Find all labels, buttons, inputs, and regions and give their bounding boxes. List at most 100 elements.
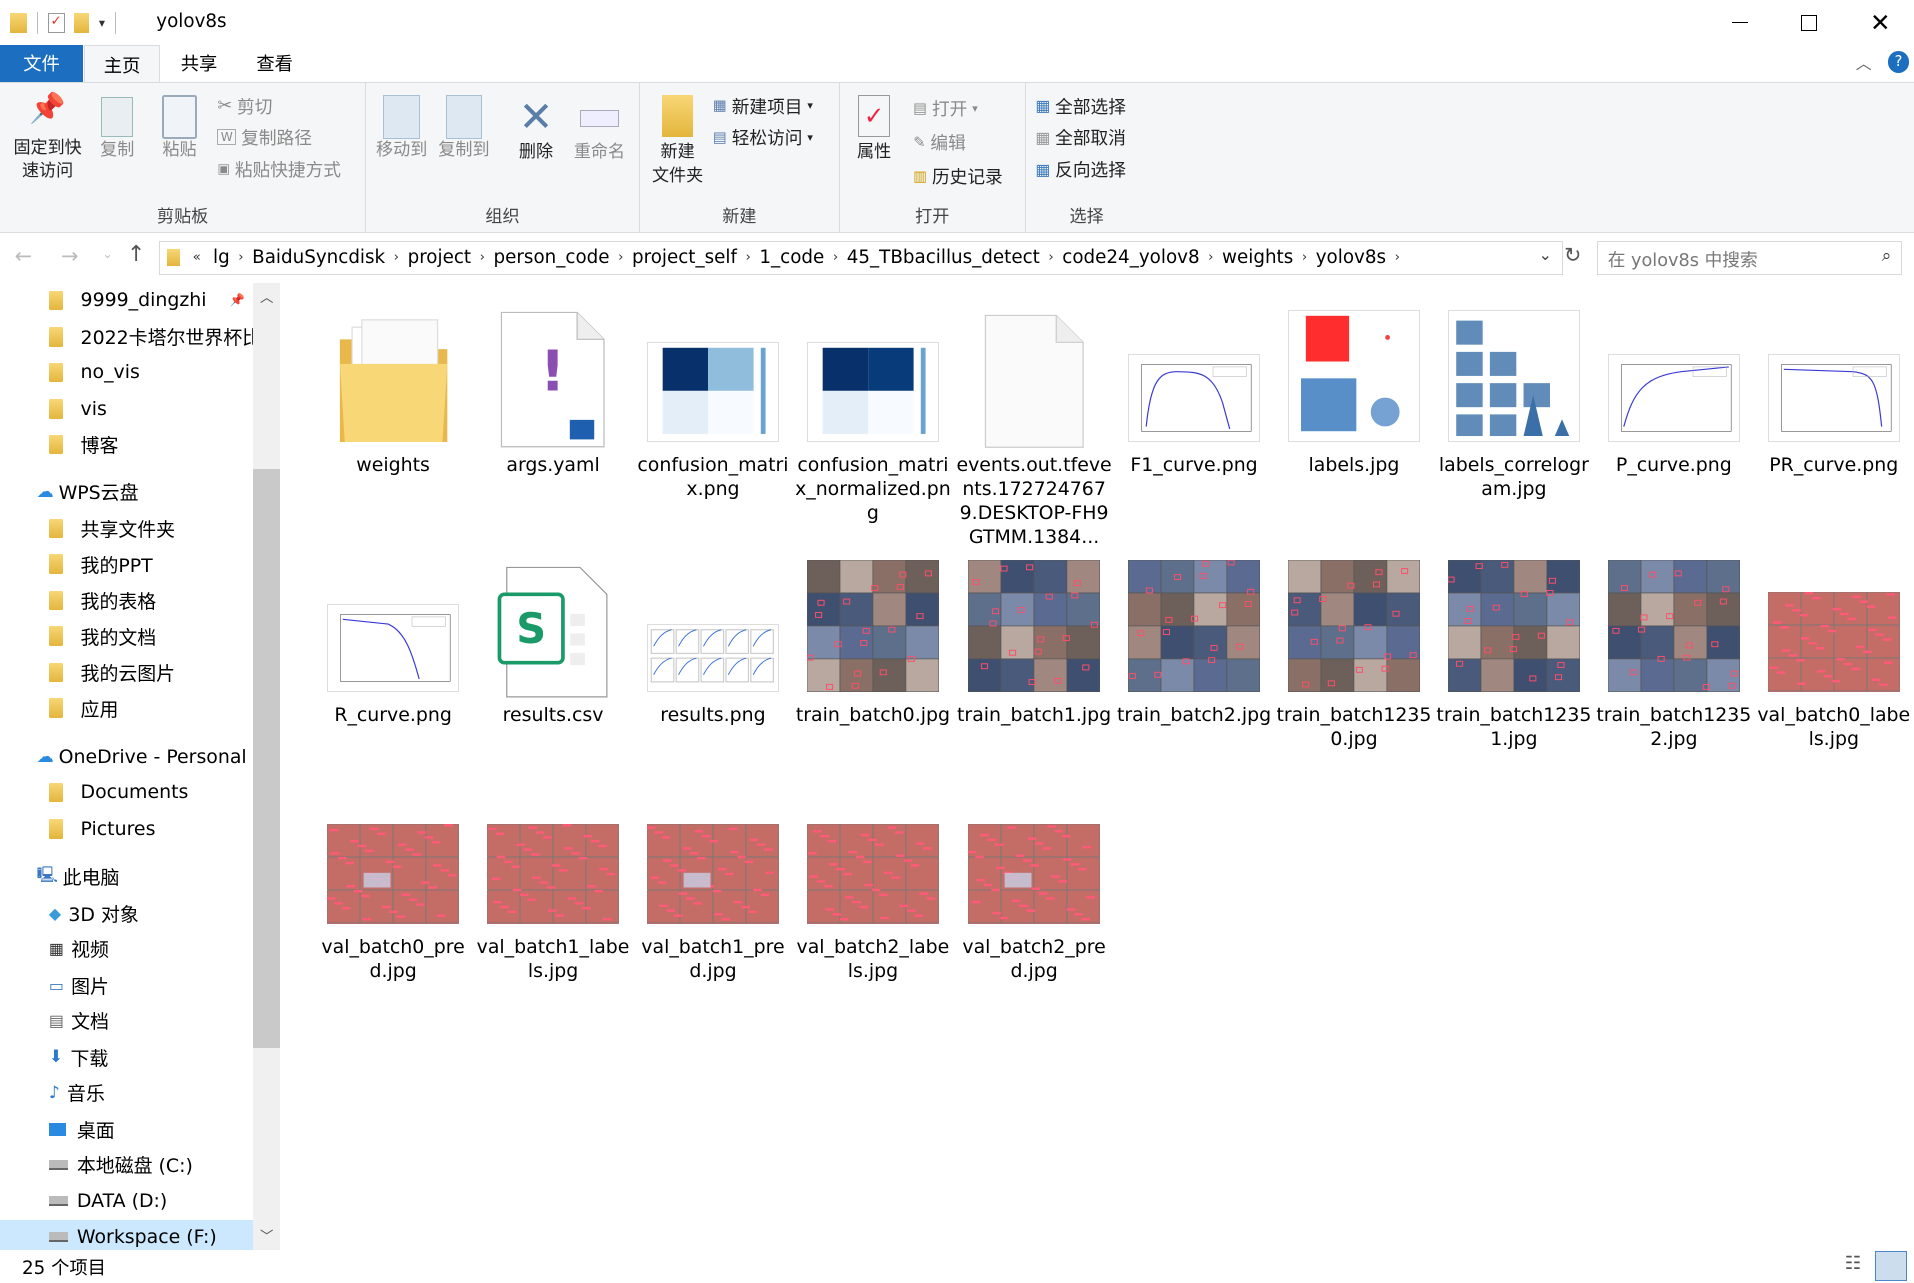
search-input[interactable]: 在 yolov8s 中搜索 ⌕ <box>1596 240 1903 275</box>
nav-item[interactable]: ♪ 音乐 <box>0 1076 253 1110</box>
copy-to-button[interactable]: 复制到 <box>433 95 494 162</box>
nav-item[interactable]: ◆ 3D 对象 <box>0 896 253 930</box>
nav-item[interactable]: 博客 <box>0 427 253 461</box>
chevron-right-icon[interactable]: › <box>617 250 625 265</box>
nav-item[interactable]: 共享文件夹 <box>0 512 253 546</box>
file-item[interactable]: events.out.tfevents.1727247679.DESKTOP-F… <box>956 295 1112 548</box>
chevron-right-icon[interactable]: › <box>744 250 752 265</box>
large-icons-view-icon[interactable] <box>1875 1251 1908 1281</box>
pin-quick-access-button[interactable]: 📌 固定到快 速访问 <box>7 94 88 182</box>
rename-button[interactable]: 重命名 <box>568 95 631 165</box>
chevron-right-icon[interactable]: › <box>392 250 400 265</box>
file-item[interactable]: labels.jpg <box>1276 295 1432 539</box>
up-arrow-icon[interactable]: ↑ <box>127 242 145 267</box>
nav-item[interactable]: ▭ 图片 <box>0 968 253 1002</box>
nav-item[interactable]: Documents <box>0 775 253 809</box>
breadcrumb-item[interactable]: 1_code <box>752 247 832 268</box>
file-item[interactable]: train_batch12350.jpg <box>1276 546 1432 754</box>
breadcrumb-item[interactable]: project_self <box>625 247 745 268</box>
scroll-down-icon[interactable]: ﹀ <box>260 1225 273 1245</box>
maximize-button[interactable] <box>1774 0 1845 45</box>
customize-dropdown-icon[interactable]: ▾ <box>99 16 105 30</box>
scroll-thumb[interactable] <box>252 468 280 1048</box>
tab-share[interactable]: 共享 <box>161 45 237 82</box>
edit-button[interactable]: ✎ 编辑 <box>913 129 966 155</box>
nav-item[interactable]: 本地磁盘 (C:) <box>0 1148 253 1182</box>
cut-button[interactable]: ✂ 剪切 <box>217 93 272 119</box>
history-button[interactable]: ▥ 历史记录 <box>913 163 1002 189</box>
nav-item[interactable]: 2022卡塔尔世界杯比赛 <box>0 320 253 354</box>
overflow-chevron-icon[interactable]: « <box>188 250 206 265</box>
nav-scrollbar[interactable]: ︿ ﹀ <box>252 283 280 1251</box>
nav-item[interactable]: 🖳 此电脑 <box>0 859 253 893</box>
file-item[interactable]: Sresults.csv <box>475 546 631 754</box>
path-dropdown-icon[interactable]: ⌄ <box>1539 245 1552 264</box>
chevron-right-icon[interactable]: › <box>237 250 245 265</box>
chevron-right-icon[interactable]: › <box>832 250 840 265</box>
nav-item[interactable]: 9999_dingzhi 📌 <box>0 283 253 317</box>
help-icon[interactable]: ? <box>1887 51 1910 74</box>
tab-file[interactable]: 文件 <box>0 45 84 82</box>
file-item[interactable]: val_batch0_labels.jpg <box>1756 546 1912 754</box>
nav-item[interactable]: 我的PPT <box>0 547 253 581</box>
copy-path-button[interactable]: W 复制路径 <box>217 124 312 150</box>
nav-item[interactable]: DATA (D:) <box>0 1184 253 1218</box>
file-item[interactable]: ! args.yaml <box>475 295 631 539</box>
nav-item[interactable]: ☁ OneDrive - Personal <box>0 740 253 774</box>
file-item[interactable]: PR_curve.png <box>1756 295 1912 539</box>
breadcrumb-item[interactable]: 45_TBbacillus_detect <box>839 247 1047 268</box>
chevron-right-icon[interactable]: › <box>1393 250 1401 265</box>
file-item[interactable]: val_batch0_pred.jpg <box>315 778 471 986</box>
nav-item[interactable]: 我的云图片 <box>0 656 253 690</box>
scroll-up-icon[interactable]: ︿ <box>260 286 273 306</box>
file-item[interactable]: val_batch2_pred.jpg <box>956 778 1112 986</box>
file-item[interactable]: train_batch1.jpg <box>956 546 1112 754</box>
refresh-icon[interactable]: ↻ <box>1564 243 1581 267</box>
chevron-right-icon[interactable]: › <box>478 250 486 265</box>
file-item[interactable]: confusion_matrix_normalized.png <box>795 295 951 539</box>
new-folder-icon[interactable] <box>74 13 90 33</box>
nav-item[interactable]: 我的表格 <box>0 584 253 618</box>
new-item-button[interactable]: ▦ 新建项目 ▾ <box>713 93 813 119</box>
breadcrumb[interactable]: « lg › BaiduSyncdisk › project › person_code › p… <box>158 240 1563 275</box>
nav-item[interactable]: 我的文档 <box>0 619 253 653</box>
nav-item[interactable]: ☁ WPS云盘 <box>0 475 253 509</box>
file-item[interactable]: P_curve.png <box>1596 295 1752 539</box>
file-item[interactable]: train_batch12351.jpg <box>1436 546 1592 754</box>
open-button[interactable]: ▤ 打开 ▾ <box>913 95 978 121</box>
breadcrumb-item[interactable]: person_code <box>486 247 617 268</box>
move-to-button[interactable]: 移动到 <box>371 95 432 162</box>
nav-item[interactable]: Workspace (F:) <box>0 1219 253 1251</box>
breadcrumb-item[interactable]: yolov8s <box>1308 247 1393 268</box>
minimize-button[interactable] <box>1704 0 1775 45</box>
file-item[interactable]: val_batch1_pred.jpg <box>635 778 791 986</box>
breadcrumb-item[interactable]: project <box>400 247 478 268</box>
chevron-right-icon[interactable]: › <box>1207 250 1215 265</box>
nav-item[interactable]: no_vis <box>0 355 253 389</box>
chevron-right-icon[interactable]: › <box>1301 250 1309 265</box>
file-item[interactable]: R_curve.png <box>315 546 471 754</box>
breadcrumb-item[interactable]: lg <box>206 247 237 268</box>
file-item[interactable]: train_batch2.jpg <box>1116 546 1272 754</box>
recent-dropdown-icon[interactable]: ⌄ <box>103 247 113 261</box>
breadcrumb-item[interactable]: code24_yolov8 <box>1055 247 1207 268</box>
back-arrow-icon[interactable]: ← <box>15 244 32 268</box>
paste-shortcut-button[interactable]: ▣ 粘贴快捷方式 <box>217 156 341 182</box>
file-item[interactable]: val_batch1_labels.jpg <box>475 778 631 986</box>
select-none-button[interactable]: ▦ 全部取消 <box>1035 124 1126 150</box>
breadcrumb-item[interactable]: weights <box>1215 247 1301 268</box>
file-item[interactable]: results.png <box>635 546 791 754</box>
easy-access-button[interactable]: ▤ 轻松访问 ▾ <box>713 124 813 150</box>
close-button[interactable]: ✕ <box>1845 0 1914 45</box>
nav-item[interactable]: vis <box>0 392 253 426</box>
forward-arrow-icon[interactable]: → <box>61 244 78 268</box>
properties-check-icon[interactable]: ✓ <box>47 13 65 33</box>
breadcrumb-item[interactable]: BaiduSyncdisk <box>245 247 393 268</box>
chevron-right-icon[interactable]: › <box>1047 250 1055 265</box>
properties-button[interactable]: ✓ 属性 <box>847 95 901 165</box>
nav-item[interactable]: ▦ 视频 <box>0 932 253 966</box>
file-item[interactable]: labels_correlogram.jpg <box>1436 295 1592 539</box>
file-item[interactable]: val_batch2_labels.jpg <box>795 778 951 986</box>
tab-home[interactable]: 主页 <box>84 45 160 84</box>
file-item[interactable]: weights <box>315 295 471 539</box>
